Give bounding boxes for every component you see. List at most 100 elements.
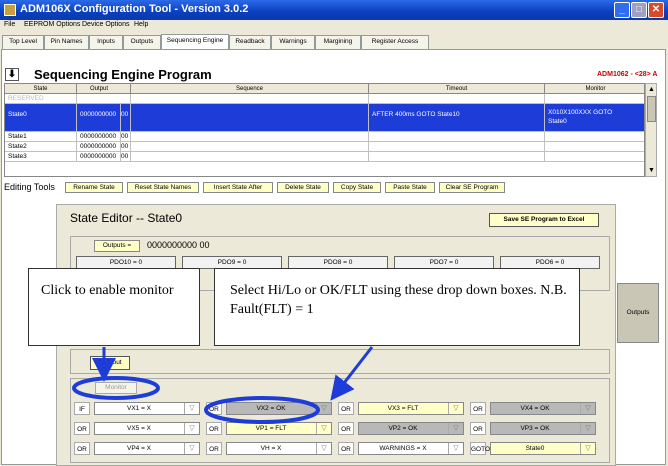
table-row[interactable]: RESERVED <box>5 94 644 104</box>
column-header-sequence: Sequence <box>131 84 369 94</box>
condition-dropdown[interactable]: VX3 = FLT ▽ <box>358 402 464 415</box>
condition-value: VH = X <box>260 445 282 452</box>
condition-dropdown[interactable]: VH = X ▽ <box>226 442 332 455</box>
condition-row: OR VX5 = X ▽ OR VP1 = FLT ▽ OR VP2 = OK ▽ OR VP3 =… <box>74 420 620 436</box>
logic-operator: OR <box>206 422 222 435</box>
cell-monitor <box>545 94 644 103</box>
tab-warnings[interactable]: Warnings <box>271 35 315 49</box>
condition-dropdown[interactable]: VP3 = OK ▽ <box>490 422 596 435</box>
column-header-monitor: Monitor <box>545 84 644 94</box>
dropdown-arrow-icon[interactable]: ▽ <box>448 403 463 414</box>
dropdown-arrow-icon[interactable]: ▽ <box>448 443 463 454</box>
cell-monitor: X010X100XXX GOTO State0 <box>545 104 644 131</box>
cell-seq: 00 <box>121 132 131 141</box>
callout-dropdown: Select Hi/Lo or OK/FLT using these drop … <box>214 268 580 346</box>
condition-value: VP2 = OK <box>388 425 418 432</box>
dropdown-arrow-icon[interactable]: ▽ <box>184 423 199 434</box>
tab-register-access[interactable]: Register Access <box>361 35 429 49</box>
cell-sequence <box>131 104 369 131</box>
delete-state-button[interactable]: Delete State <box>277 182 329 193</box>
timeout-button[interactable]: Timeout <box>90 356 130 370</box>
app-icon <box>4 4 16 16</box>
condition-value: VP1 = FLT <box>255 425 287 432</box>
condition-dropdown[interactable]: VP4 = X ▽ <box>94 442 200 455</box>
condition-value: VX5 = X <box>126 425 152 432</box>
move-down-button[interactable]: ⬇ <box>5 68 19 81</box>
paste-state-button[interactable]: Paste State <box>385 182 435 193</box>
tab-pin-names[interactable]: Pin Names <box>44 35 89 49</box>
tab-inputs[interactable]: Inputs <box>89 35 123 49</box>
table-row-selected[interactable]: State0 0000000000 00 AFTER 400ms GOTO St… <box>5 104 644 132</box>
table-row[interactable]: State1 0000000000 00 <box>5 132 644 142</box>
copy-state-button[interactable]: Copy State <box>333 182 381 193</box>
device-label: ADM1062 - <28> A <box>597 71 658 78</box>
outputs-button[interactable]: Outputs = <box>94 240 140 252</box>
cell-sequence <box>131 132 369 141</box>
save-to-excel-button[interactable]: Save SE Program to Excel <box>489 213 599 227</box>
condition-value: WARNINGS = X <box>379 445 427 452</box>
cell-sequence <box>131 142 369 151</box>
condition-dropdown[interactable]: VX5 = X ▽ <box>94 422 200 435</box>
condition-dropdown[interactable]: State0 ▽ <box>490 442 596 455</box>
logic-operator: OR <box>470 422 486 435</box>
menu-bar: File EEPROM Options Device Options Help <box>0 20 668 33</box>
tab-outputs[interactable]: Outputs <box>123 35 161 49</box>
condition-value: VX1 = X <box>126 405 152 412</box>
cell-seq: 00 <box>121 104 131 131</box>
close-button[interactable]: ✕ <box>648 2 664 18</box>
condition-dropdown[interactable]: VP1 = FLT ▽ <box>226 422 332 435</box>
scroll-down-icon[interactable]: ▼ <box>647 166 656 175</box>
clear-se-program-button[interactable]: Clear SE Program <box>439 182 505 193</box>
scroll-thumb[interactable] <box>647 96 656 122</box>
menu-file[interactable]: File <box>4 21 15 28</box>
dropdown-arrow-icon[interactable]: ▽ <box>316 423 331 434</box>
menu-eeprom-options[interactable]: EEPROM Options <box>24 21 80 28</box>
state-table: State Output Sequence Timeout Monitor RE… <box>4 83 645 177</box>
timeout-group <box>70 349 610 374</box>
window-title: ADM106X Configuration Tool - Version 3.0… <box>20 3 249 15</box>
condition-value: VX2 = OK <box>256 405 286 412</box>
maximize-button[interactable]: □ <box>631 2 647 18</box>
reset-state-names-button[interactable]: Reset State Names <box>127 182 199 193</box>
menu-device-options[interactable]: Device Options <box>82 21 129 28</box>
logic-operator: IF <box>74 402 90 415</box>
dropdown-arrow-icon[interactable]: ▽ <box>316 403 331 414</box>
dropdown-arrow-icon[interactable]: ▽ <box>580 403 595 414</box>
condition-dropdown[interactable]: VX2 = OK ▽ <box>226 402 332 415</box>
condition-dropdown[interactable]: WARNINGS = X ▽ <box>358 442 464 455</box>
cell-state: State0 <box>5 104 77 131</box>
outputs-side-button[interactable]: Outputs <box>617 283 659 343</box>
dropdown-arrow-icon[interactable]: ▽ <box>580 423 595 434</box>
tab-margining[interactable]: Margining <box>315 35 361 49</box>
title-bar: ADM106X Configuration Tool - Version 3.0… <box>0 0 668 20</box>
dropdown-arrow-icon[interactable]: ▽ <box>580 443 595 454</box>
cell-output: 0000000000 <box>77 152 121 161</box>
cell-timeout <box>369 132 545 141</box>
tab-sequencing-engine[interactable]: Sequencing Engine <box>161 34 229 49</box>
table-row[interactable]: State3 0000000000 00 <box>5 152 644 162</box>
rename-state-button[interactable]: Rename State <box>65 182 123 193</box>
cell-seq: 00 <box>121 142 131 151</box>
condition-row: IF VX1 = X ▽ OR VX2 = OK ▽ OR VX3 = FLT ▽ OR VX4 =… <box>74 400 620 416</box>
condition-dropdown[interactable]: VP2 = OK ▽ <box>358 422 464 435</box>
condition-value: State0 <box>525 445 545 452</box>
condition-dropdown[interactable]: VX1 = X ▽ <box>94 402 200 415</box>
dropdown-arrow-icon[interactable]: ▽ <box>184 443 199 454</box>
dropdown-arrow-icon[interactable]: ▽ <box>316 443 331 454</box>
logic-operator: OR <box>470 402 486 415</box>
condition-dropdown[interactable]: VX4 = OK ▽ <box>490 402 596 415</box>
condition-value: VX3 = FLT <box>387 405 419 412</box>
cell-monitor-line1: X010X100XXX GOTO <box>548 109 613 116</box>
menu-help[interactable]: Help <box>134 21 148 28</box>
condition-value: VX4 = OK <box>520 405 550 412</box>
monitor-button[interactable]: Monitor <box>95 382 137 394</box>
scroll-up-icon[interactable]: ▲ <box>647 85 656 94</box>
table-scrollbar[interactable]: ▲ ▼ <box>645 83 657 177</box>
minimize-button[interactable]: _ <box>614 2 630 18</box>
table-row[interactable]: State2 0000000000 00 <box>5 142 644 152</box>
dropdown-arrow-icon[interactable]: ▽ <box>184 403 199 414</box>
dropdown-arrow-icon[interactable]: ▽ <box>448 423 463 434</box>
tab-readback[interactable]: Readback <box>229 35 271 49</box>
insert-state-after-button[interactable]: Insert State After <box>203 182 273 193</box>
tab-top-level[interactable]: Top Level <box>2 35 44 49</box>
